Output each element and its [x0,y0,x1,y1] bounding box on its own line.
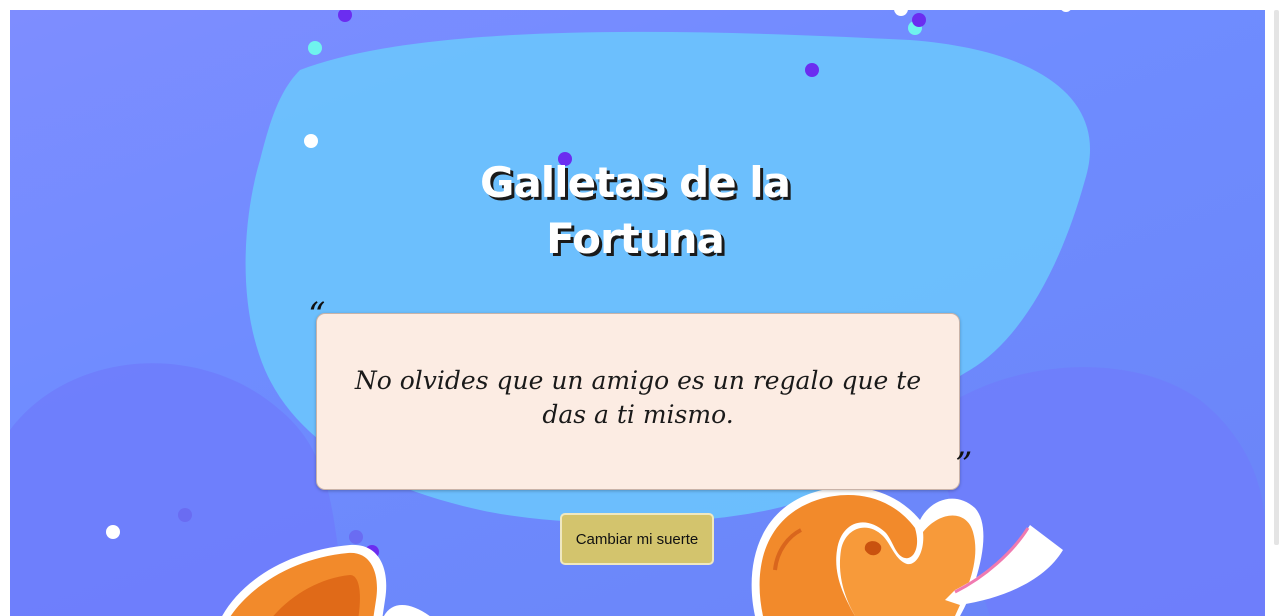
fortune-cookie-icon [751,487,1063,616]
fortune-cookie-icon [222,544,430,616]
app-background: Galletas de la Fortuna “ No olvides que … [10,10,1265,616]
scrollbar-thumb[interactable] [1274,10,1279,545]
confetti-dot [178,508,192,522]
confetti-dot [106,525,120,539]
page-title-line-2: Fortuna [546,214,725,263]
page-title-line-1: Galletas de la [479,158,791,207]
confetti-dot [308,41,322,55]
confetti-dot [805,63,819,77]
fortune-text: No olvides que un amigo es un regalo que… [354,365,922,429]
fortune-card: No olvides que un amigo es un regalo que… [316,313,960,490]
page-title: Galletas de la Fortuna [410,155,860,267]
close-quote-mark: ” [955,445,973,485]
change-luck-button[interactable]: Cambiar mi suerte [560,513,714,565]
confetti-dot [304,134,318,148]
confetti-dot [912,13,926,27]
